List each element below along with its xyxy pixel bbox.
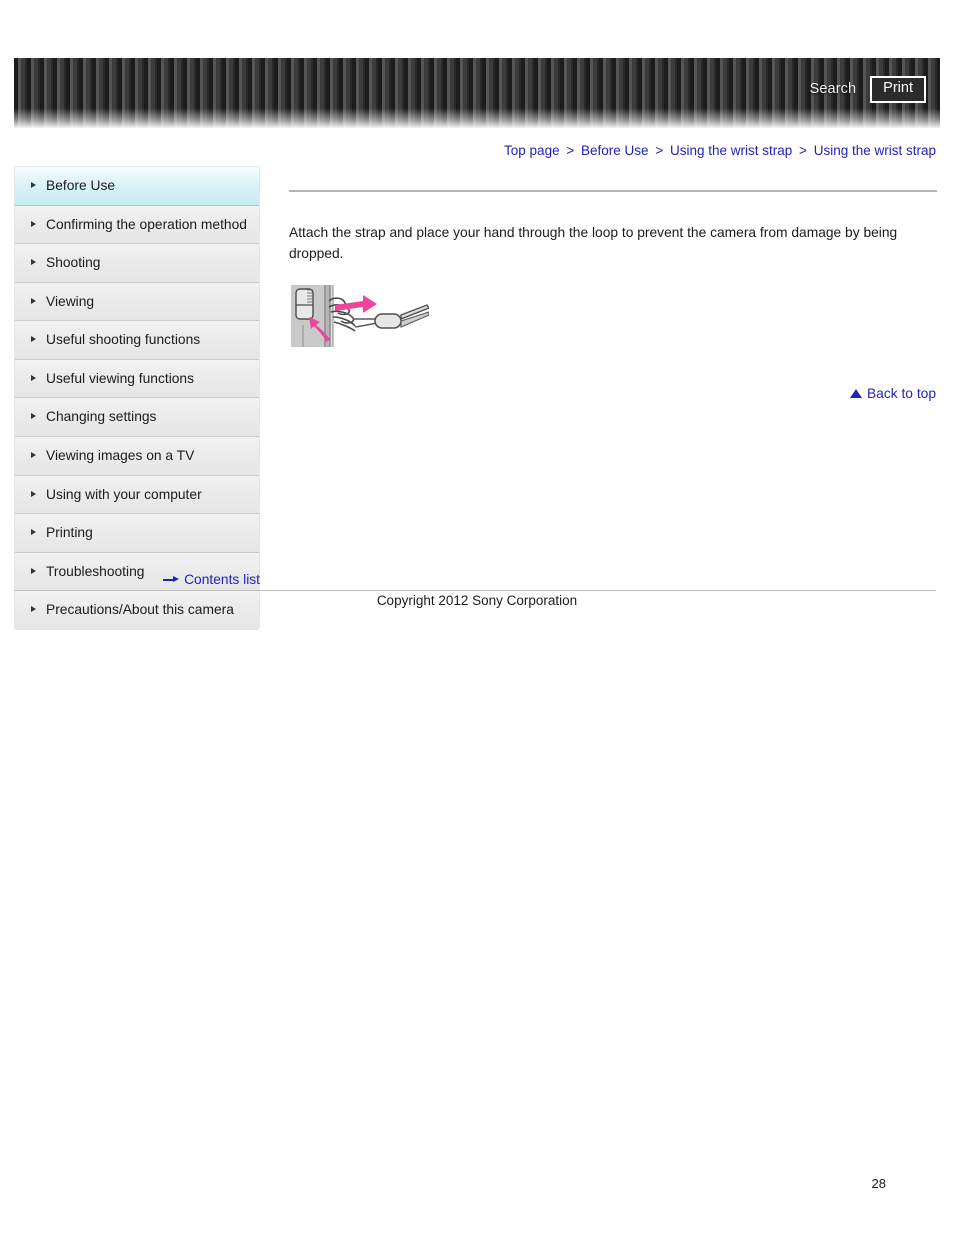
header-tools: Search Print bbox=[810, 76, 926, 103]
back-to-top-label: Back to top bbox=[866, 386, 936, 401]
breadcrumb-separator: > bbox=[566, 143, 575, 158]
sidebar-item-viewing-images-on-a-tv[interactable]: Viewing images on a TV bbox=[15, 437, 259, 476]
wrist-strap-illustration-svg bbox=[291, 284, 429, 347]
sidebar-item-before-use[interactable]: Before Use bbox=[15, 167, 259, 206]
breadcrumb-separator: > bbox=[655, 143, 664, 158]
breadcrumb-item-using-the-wrist-strap[interactable]: Using the wrist strap bbox=[670, 143, 792, 158]
chevron-right-icon bbox=[31, 297, 36, 304]
sidebar-item-shooting[interactable]: Shooting bbox=[15, 244, 259, 283]
sidebar-item-viewing[interactable]: Viewing bbox=[15, 282, 259, 322]
page-number: 28 bbox=[871, 1176, 886, 1191]
sidebar-item-useful-shooting-functions[interactable]: Useful shooting functions bbox=[15, 321, 259, 360]
chevron-right-icon bbox=[31, 182, 36, 188]
copyright-text: Copyright 2012 Sony Corporation bbox=[376, 593, 578, 608]
sidebar-item-label: Shooting bbox=[46, 255, 101, 271]
chevron-right-icon bbox=[31, 452, 36, 459]
sidebar-item-label: Changing settings bbox=[46, 409, 157, 425]
breadcrumb-item-current[interactable]: Using the wrist strap bbox=[814, 143, 936, 158]
arrow-right-icon bbox=[163, 576, 180, 584]
chevron-right-icon bbox=[31, 259, 36, 266]
sidebar-item-label: Printing bbox=[46, 525, 93, 541]
chevron-right-icon bbox=[31, 490, 36, 497]
sidebar-item-label: Before Use bbox=[46, 178, 116, 193]
sidebar-item-useful-viewing-functions[interactable]: Useful viewing functions bbox=[15, 359, 259, 399]
sidebar-item-label: Viewing images on a TV bbox=[46, 448, 195, 464]
breadcrumb-item-top-page[interactable]: Top page bbox=[504, 143, 560, 158]
sidebar-item-changing-settings[interactable]: Changing settings bbox=[15, 398, 259, 438]
sidebar-item-label: Confirming the operation method bbox=[46, 216, 247, 232]
breadcrumb: Top page > Before Use > Using the wrist … bbox=[504, 143, 936, 158]
breadcrumb-separator: > bbox=[799, 143, 807, 158]
search-link[interactable]: Search bbox=[810, 81, 857, 97]
chevron-right-icon bbox=[31, 374, 36, 381]
sidebar-item-label: Useful viewing functions bbox=[46, 370, 195, 386]
triangle-up-icon bbox=[849, 389, 862, 398]
header-banner: Search Print bbox=[14, 58, 940, 128]
sidebar-item-printing[interactable]: Printing bbox=[15, 514, 259, 553]
wrist-strap-illustration bbox=[289, 281, 429, 351]
chevron-right-icon bbox=[31, 413, 36, 420]
chevron-right-icon bbox=[31, 220, 36, 227]
chevron-right-icon bbox=[31, 529, 36, 536]
footer-divider bbox=[14, 590, 936, 591]
sidebar-item-label: Viewing bbox=[46, 293, 95, 309]
print-button[interactable]: Print bbox=[870, 76, 926, 103]
back-to-top-link[interactable]: Back to top bbox=[849, 386, 936, 401]
sidebar-item-label: Using with your computer bbox=[46, 486, 202, 502]
sidebar-item-confirming-the-operation-method[interactable]: Confirming the operation method bbox=[15, 205, 259, 245]
sidebar-navigation: Before Use Confirming the operation meth… bbox=[14, 166, 260, 630]
content-divider bbox=[289, 190, 937, 192]
main-content: Attach the strap and place your hand thr… bbox=[289, 190, 937, 351]
breadcrumb-item-before-use[interactable]: Before Use bbox=[581, 143, 649, 158]
contents-list-link[interactable]: Contents list bbox=[14, 572, 260, 587]
chevron-right-icon bbox=[31, 336, 36, 343]
sidebar-item-label: Useful shooting functions bbox=[46, 332, 201, 348]
body-paragraph: Attach the strap and place your hand thr… bbox=[289, 225, 898, 262]
document-page: Search Print Top page > Before Use > Usi… bbox=[0, 0, 954, 1235]
contents-list-label: Contents list bbox=[184, 572, 260, 587]
sidebar-item-using-with-your-computer[interactable]: Using with your computer bbox=[15, 475, 259, 515]
